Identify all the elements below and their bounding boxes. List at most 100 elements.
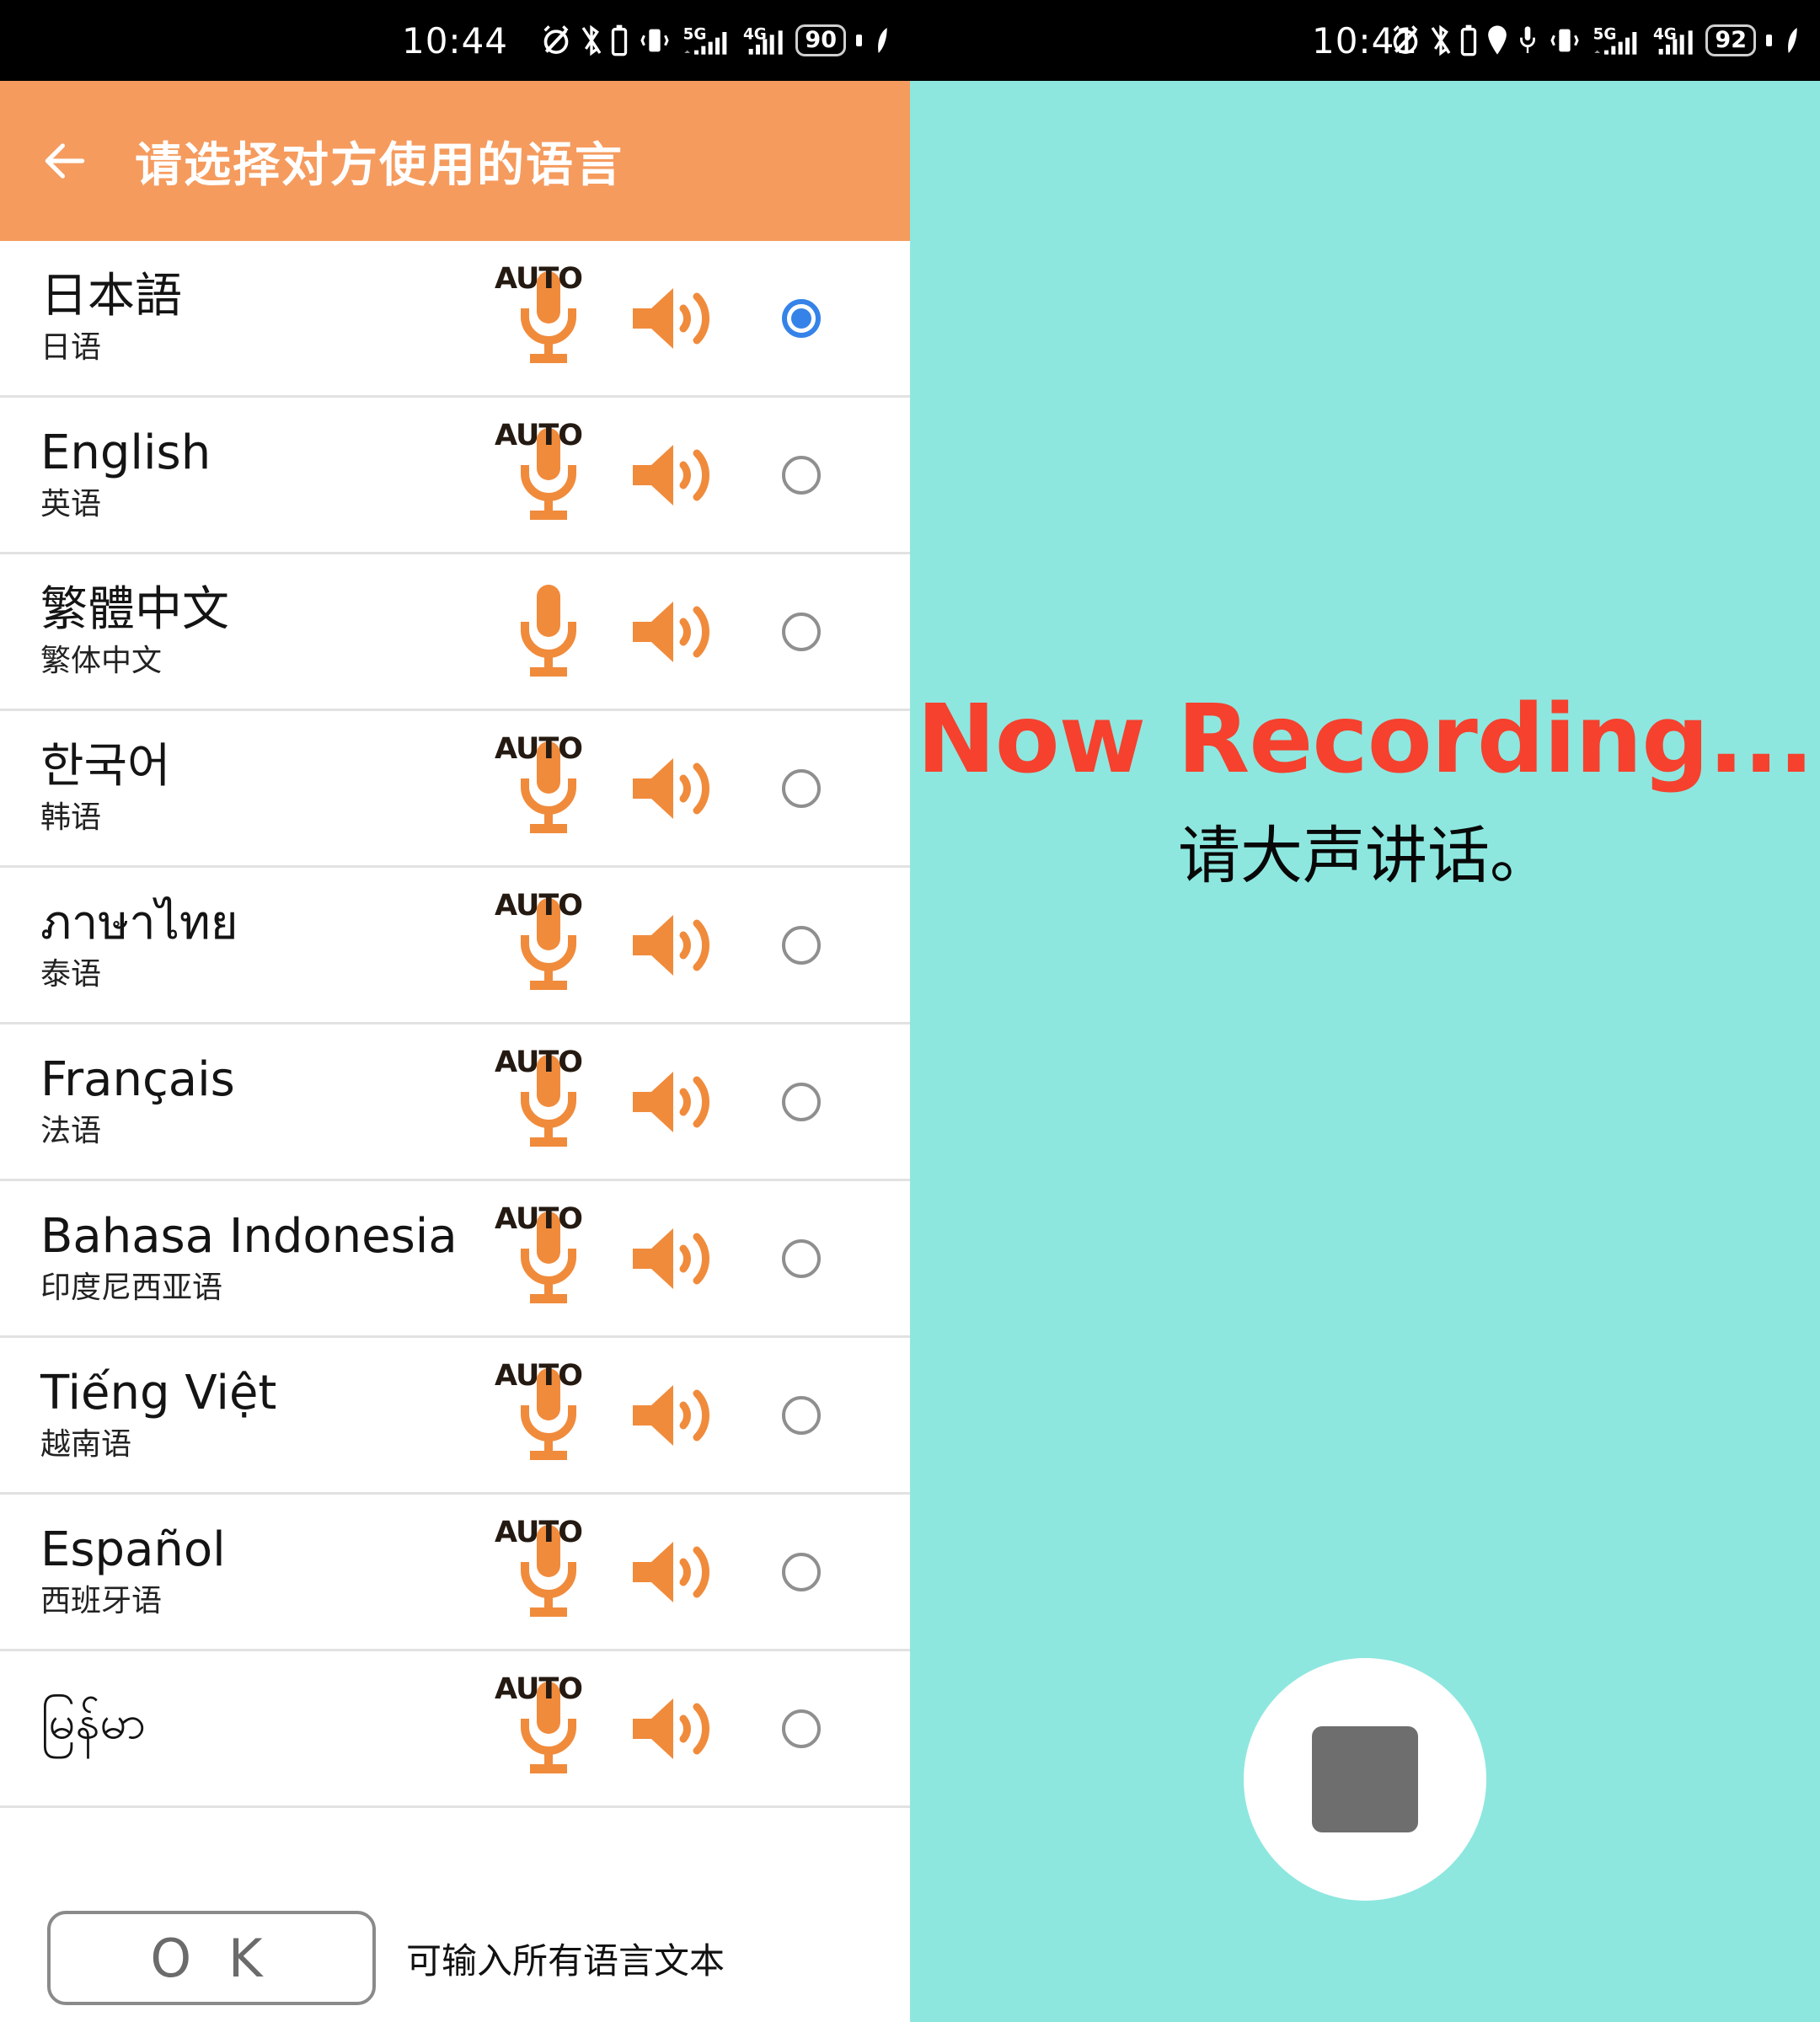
radio-cell[interactable] — [738, 1552, 864, 1591]
stop-recording-button[interactable] — [1244, 1658, 1486, 1901]
speaker-icon[interactable] — [628, 1218, 722, 1299]
language-names: Tiếng Việt 越南语 — [40, 1368, 485, 1462]
app-bar: 请选择对方使用的语言 — [0, 81, 910, 241]
language-native-name: 한국어 — [40, 739, 171, 794]
mic-cell[interactable]: AUTO — [485, 1202, 612, 1310]
radio-button[interactable] — [782, 925, 821, 965]
radio-button[interactable] — [782, 1709, 821, 1748]
recording-status-block: Now Recording... 请大声讲话。 — [910, 690, 1820, 896]
mic-cell[interactable]: AUTO — [485, 419, 612, 527]
list-item[interactable]: English 英语 AUTO — [0, 398, 910, 554]
language-native-name: Bahasa Indonesia — [40, 1209, 458, 1265]
mic-cell[interactable]: AUTO — [485, 732, 612, 840]
auto-badge-label: AUTO — [495, 1672, 583, 1706]
auto-badge-label: AUTO — [495, 888, 583, 923]
speaker-icon[interactable] — [628, 1688, 722, 1769]
radio-button[interactable] — [782, 768, 821, 808]
speaker-icon[interactable] — [628, 591, 722, 672]
radio-cell[interactable] — [738, 1238, 864, 1278]
language-native-name: Español — [40, 1522, 226, 1578]
left-status-bar: 10:44 5G 4G 90 — [0, 0, 910, 81]
bluetooth-off-icon — [1432, 24, 1451, 56]
speaker-cell[interactable] — [612, 1688, 738, 1769]
language-chinese-name: 韩语 — [40, 800, 102, 835]
speaker-cell[interactable] — [612, 1532, 738, 1613]
back-arrow-icon[interactable] — [39, 135, 91, 187]
mic-cell[interactable]: AUTO — [485, 1359, 612, 1467]
radio-button[interactable] — [782, 298, 821, 338]
radio-button[interactable] — [782, 1552, 821, 1591]
language-names: Español 西班牙语 — [40, 1522, 485, 1618]
radio-cell[interactable] — [738, 1395, 864, 1435]
radio-button[interactable] — [782, 455, 821, 495]
auto-badge-label: AUTO — [495, 1201, 583, 1236]
radio-button[interactable] — [782, 1238, 821, 1278]
bottom-action-bar: O K 可输入所有语言文本 — [0, 1894, 910, 2022]
radio-cell[interactable] — [738, 1709, 864, 1748]
battery-small-icon — [612, 24, 628, 56]
microphone-icon[interactable] — [508, 580, 589, 683]
radio-cell[interactable] — [738, 455, 864, 495]
speaker-icon[interactable] — [628, 435, 722, 516]
language-native-name: Français — [40, 1052, 235, 1108]
battery-small-icon — [1461, 24, 1477, 56]
language-list[interactable]: 日本語 日语 AUTO English 英语 AUTO 繁體中文 繁体中文 한국… — [0, 241, 910, 2022]
speaker-cell[interactable] — [612, 748, 738, 829]
mic-cell[interactable]: AUTO — [485, 262, 612, 370]
language-native-name: 日本語 — [40, 269, 182, 324]
speaker-icon[interactable] — [628, 1532, 722, 1613]
speaker-icon[interactable] — [628, 1062, 722, 1142]
mic-cell[interactable]: AUTO — [485, 1046, 612, 1153]
svg-text:5G: 5G — [1593, 25, 1617, 43]
language-names: ภาษาไทย 泰语 — [40, 898, 485, 991]
signal-5g-icon: 5G — [1593, 25, 1637, 55]
speaker-cell[interactable] — [612, 278, 738, 359]
list-item[interactable]: Français 法语 AUTO — [0, 1024, 910, 1181]
radio-button[interactable] — [782, 1082, 821, 1121]
page-title: 请选择对方使用的语言 — [135, 137, 624, 193]
stop-square-icon — [1312, 1726, 1418, 1832]
language-native-name: မြန်မာ — [40, 1695, 147, 1751]
list-item[interactable]: Bahasa Indonesia 印度尼西亚语 AUTO — [0, 1181, 910, 1338]
mic-cell[interactable]: AUTO — [485, 1516, 612, 1623]
mic-cell[interactable]: AUTO — [485, 889, 612, 997]
mic-cell[interactable] — [485, 580, 612, 683]
radio-cell[interactable] — [738, 1082, 864, 1121]
list-item[interactable]: Español 西班牙语 AUTO — [0, 1495, 910, 1651]
list-item[interactable]: ภาษาไทย 泰语 AUTO — [0, 868, 910, 1024]
radio-cell[interactable] — [738, 925, 864, 965]
language-chinese-name: 越南语 — [40, 1427, 132, 1462]
radio-cell[interactable] — [738, 768, 864, 808]
microphone-icon — [1520, 26, 1536, 53]
radio-button[interactable] — [782, 1395, 821, 1435]
status-icon-tray: 5G 4G 92 — [1389, 24, 1801, 57]
mic-cell[interactable]: AUTO — [485, 1672, 612, 1780]
ok-button[interactable]: O K — [47, 1911, 376, 2005]
speaker-cell[interactable] — [612, 435, 738, 516]
list-item[interactable]: မြန်မာ AUTO — [0, 1651, 910, 1808]
battery-percent-value: 90 — [805, 27, 837, 53]
speaker-cell[interactable] — [612, 1062, 738, 1142]
speaker-icon[interactable] — [628, 748, 722, 829]
speaker-cell[interactable] — [612, 1218, 738, 1299]
dual-screenshot: 10:44 5G 4G 90 请选择对方使用的语言 日本語 日语 AUTO En… — [0, 0, 1820, 2022]
radio-cell[interactable] — [738, 612, 864, 651]
language-names: English 英语 — [40, 428, 485, 521]
battery-percent-badge: 92 — [1705, 24, 1756, 56]
speaker-cell[interactable] — [612, 1375, 738, 1456]
language-names: 한국어 韩语 — [40, 739, 485, 835]
radio-button[interactable] — [782, 612, 821, 651]
language-chinese-name: 法语 — [40, 1114, 102, 1148]
list-item[interactable]: 繁體中文 繁体中文 — [0, 554, 910, 711]
speaker-icon[interactable] — [628, 278, 722, 359]
speaker-icon[interactable] — [628, 1375, 722, 1456]
speaker-cell[interactable] — [612, 905, 738, 986]
list-item[interactable]: 日本語 日语 AUTO — [0, 241, 910, 398]
radio-cell[interactable] — [738, 298, 864, 338]
speaker-icon[interactable] — [628, 905, 722, 986]
language-names: မြန်မာ — [40, 1698, 485, 1758]
language-chinese-name: 繁体中文 — [40, 644, 163, 678]
list-item[interactable]: 한국어 韩语 AUTO — [0, 711, 910, 868]
speaker-cell[interactable] — [612, 591, 738, 672]
list-item[interactable]: Tiếng Việt 越南语 AUTO — [0, 1338, 910, 1495]
